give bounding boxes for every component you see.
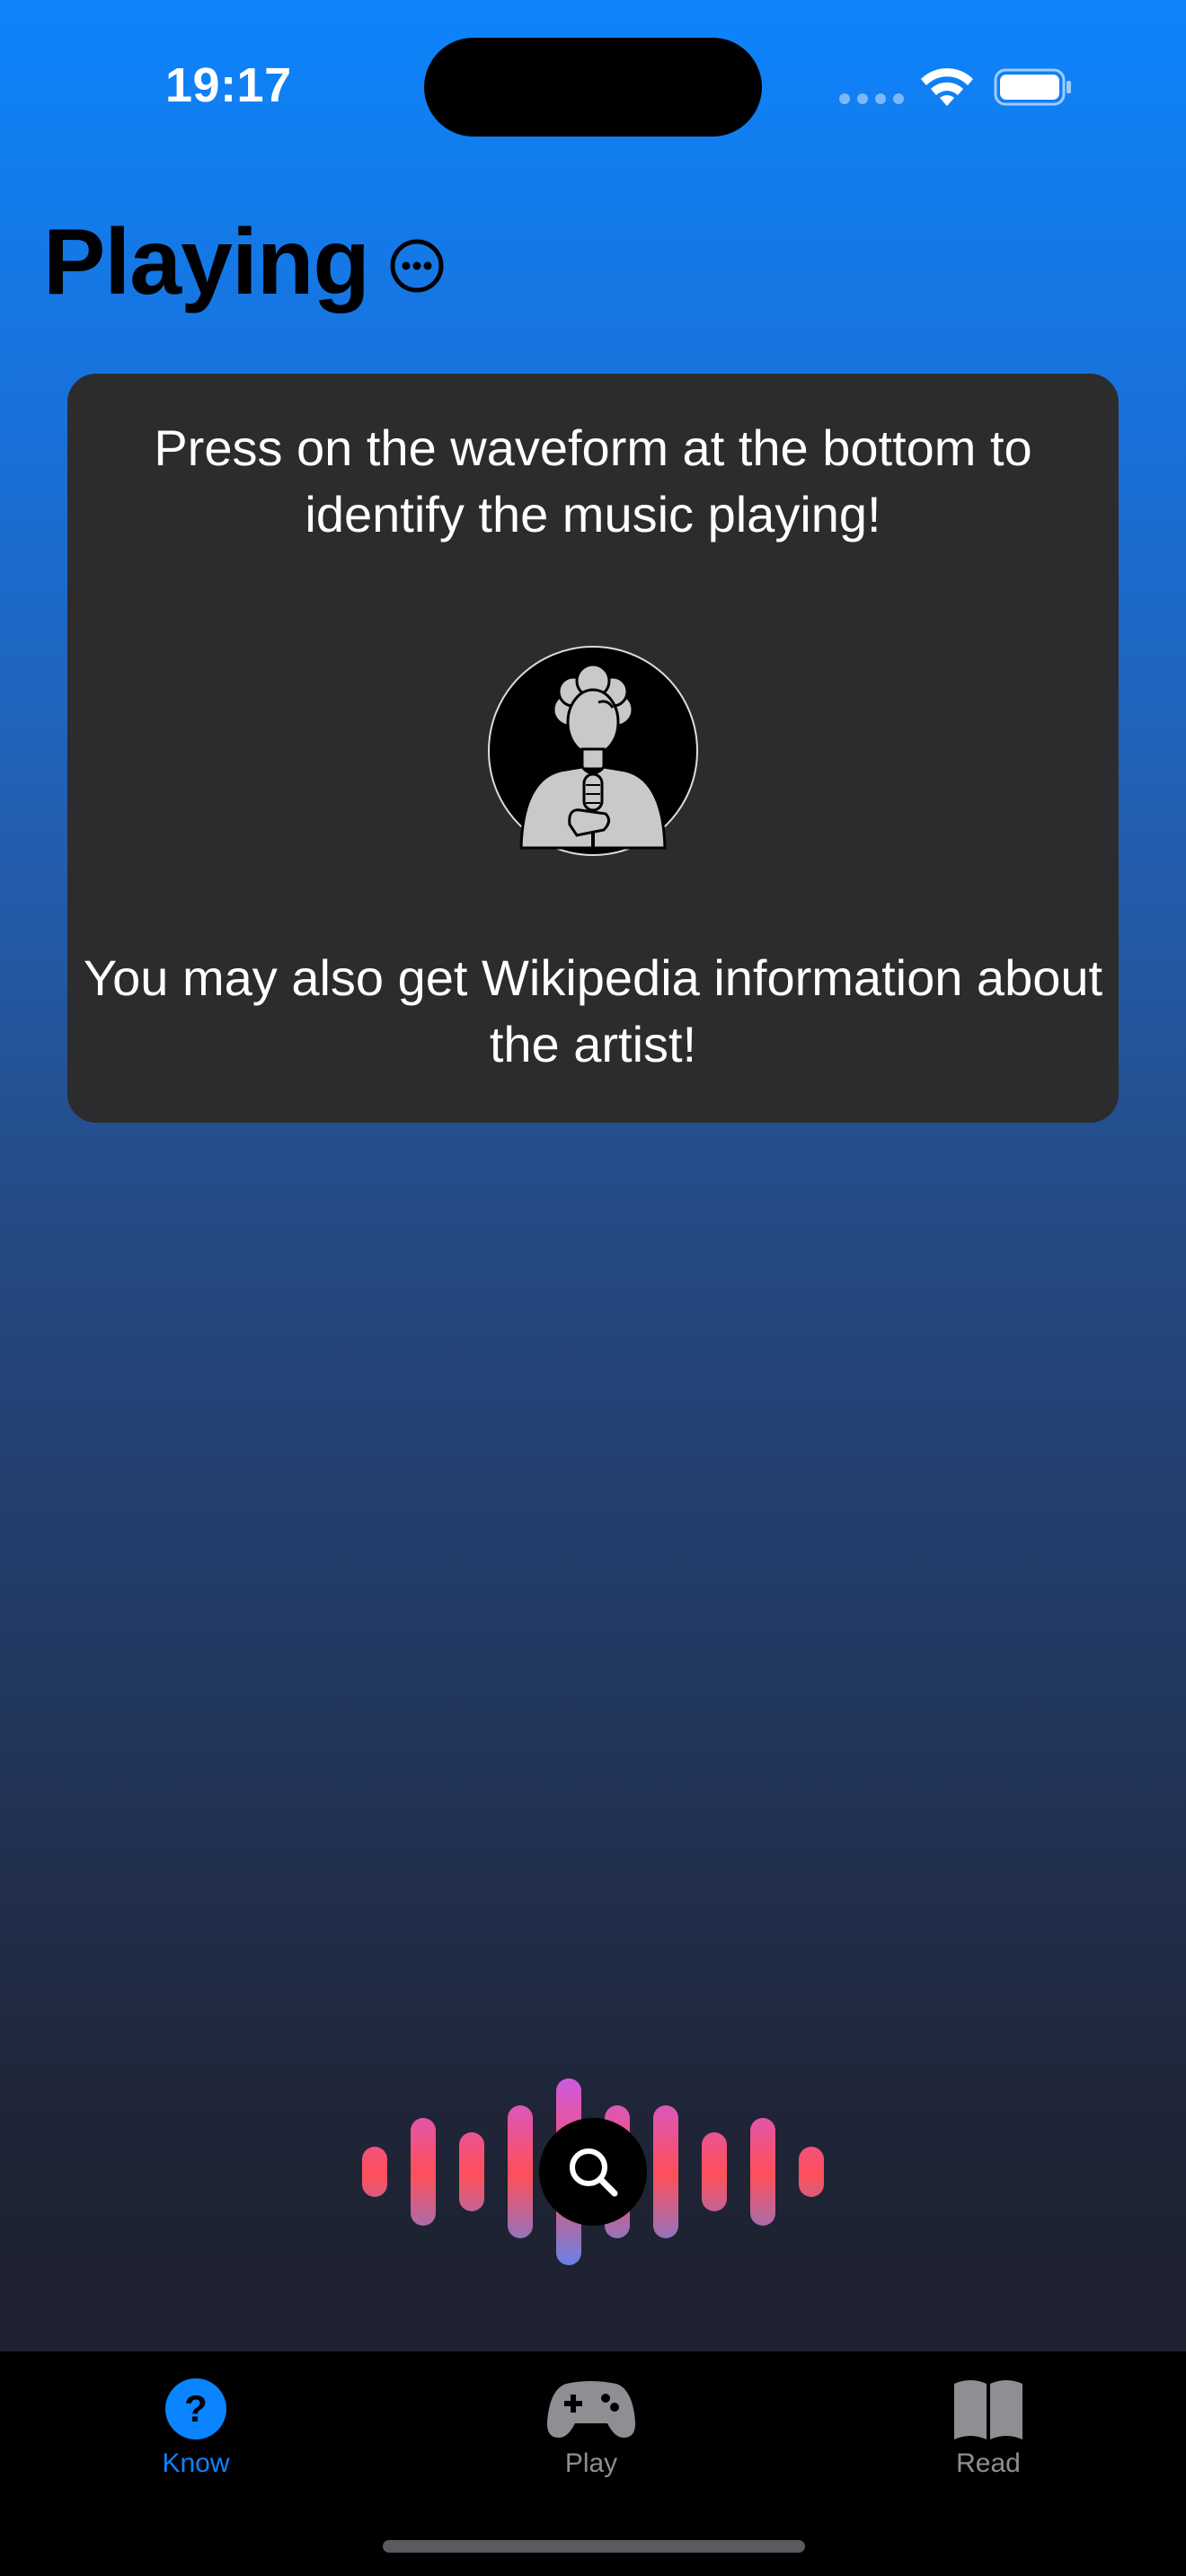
magnifying-glass-icon: [570, 2148, 618, 2197]
wifi-icon: [921, 67, 973, 106]
tab-play[interactable]: Play: [492, 2377, 690, 2479]
info-card: Press on the waveform at the bottom to i…: [67, 374, 1119, 1123]
page-header: Playing: [43, 216, 445, 309]
tab-play-label: Play: [564, 2448, 618, 2478]
cellular-signal-icon: [839, 93, 904, 104]
tab-read-label: Read: [956, 2448, 1021, 2478]
identify-music-button[interactable]: [539, 2118, 647, 2226]
waveform-bar: [799, 2147, 824, 2197]
tab-read[interactable]: Read: [890, 2377, 1087, 2479]
svg-text:?: ?: [184, 2387, 208, 2430]
waveform-bar: [653, 2105, 678, 2238]
tab-know-label: Know: [162, 2448, 230, 2478]
wikipedia-info-text: You may also get Wikipedia information a…: [83, 949, 1103, 1072]
waveform-bar: [411, 2118, 436, 2226]
waveform-bar: [508, 2105, 533, 2238]
page-title: Playing: [43, 210, 370, 314]
instruction-text: Press on the waveform at the bottom to i…: [154, 419, 1032, 543]
book-icon: [954, 2380, 1022, 2439]
waveform-bar: [702, 2132, 727, 2211]
home-indicator: [383, 2540, 805, 2553]
waveform-bar: [750, 2118, 775, 2226]
question-circle-icon: ?: [165, 2378, 226, 2439]
dynamic-island: [424, 38, 762, 137]
status-bar: 19:17: [0, 0, 1186, 180]
gamecontroller-icon: [546, 2381, 636, 2438]
tab-know[interactable]: ? Know: [97, 2377, 295, 2479]
ellipsis-circle-icon[interactable]: [389, 238, 445, 294]
singer-with-microphone-icon: [488, 646, 698, 856]
battery-icon: [994, 68, 1071, 106]
waveform-bar: [459, 2132, 484, 2211]
status-time: 19:17: [165, 58, 292, 112]
waveform-bar: [362, 2147, 387, 2197]
